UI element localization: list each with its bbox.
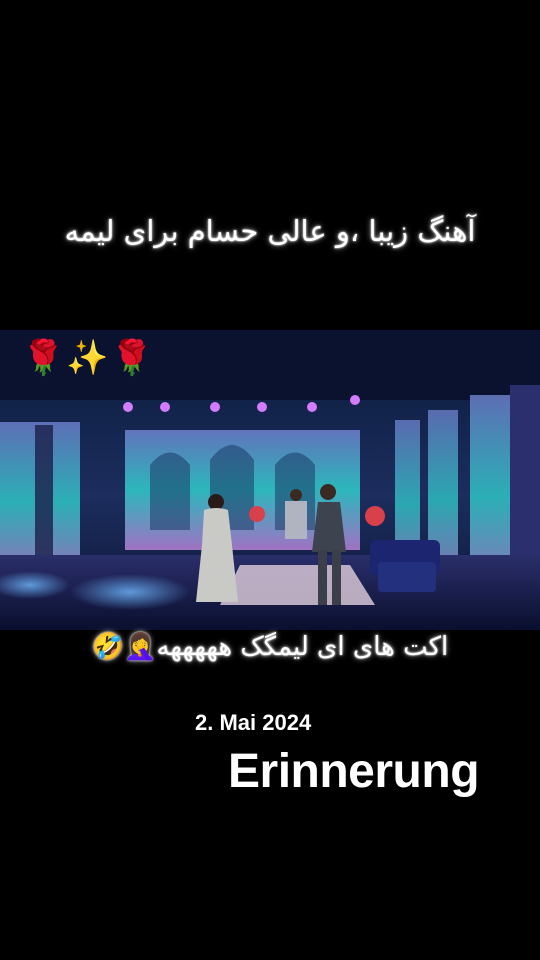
top-caption: آهنگ زیبا ،و عالی حسام برای لیمه	[64, 214, 476, 248]
emoji-overlay: 🌹✨🌹	[22, 338, 156, 378]
rug	[220, 565, 375, 605]
memory-title: Erinnerung	[228, 745, 480, 798]
bottom-caption: اکت های ای لیمگک هههههه🤦‍♀️🤣	[91, 632, 449, 662]
video-frame[interactable]: 🌹✨🌹	[0, 330, 540, 630]
memory-date: 2. Mai 2024	[195, 710, 312, 735]
